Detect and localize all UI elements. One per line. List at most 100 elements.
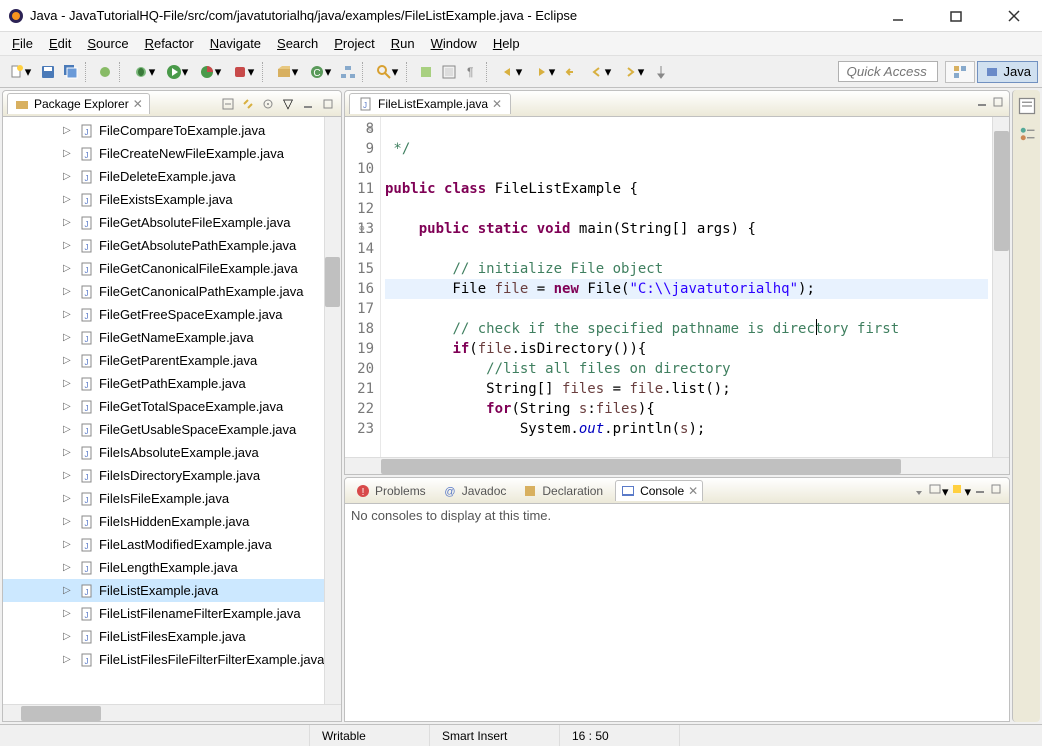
tree-vscrollbar[interactable]	[324, 117, 341, 704]
menu-file[interactable]: File	[4, 34, 41, 53]
open-type-hierarchy-button[interactable]	[337, 61, 359, 83]
tab-javadoc[interactable]: @Javadoc	[438, 481, 511, 501]
editor-tab[interactable]: J FileListExample.java ✕	[349, 93, 511, 114]
last-edit-button[interactable]	[561, 61, 583, 83]
view-menu-icon[interactable]: ▽	[279, 95, 297, 113]
maximize-view-icon[interactable]	[319, 95, 337, 113]
editor-minimize-icon[interactable]	[975, 95, 989, 112]
editor-maximize-icon[interactable]	[991, 95, 1005, 112]
code-line[interactable]	[385, 159, 988, 179]
tree-hscrollbar[interactable]	[3, 704, 341, 721]
tree-item[interactable]: ▷JFileIsDirectoryExample.java	[3, 464, 341, 487]
menu-help[interactable]: Help	[485, 34, 528, 53]
show-whitespace-button[interactable]: ¶	[461, 61, 483, 83]
close-button[interactable]	[994, 2, 1034, 30]
menu-source[interactable]: Source	[79, 34, 136, 53]
code-line[interactable]: public static void main(String[] args) {	[385, 219, 988, 239]
back-button[interactable]: ▾	[584, 61, 616, 83]
tree-item[interactable]: ▷JFileListFilesExample.java	[3, 625, 341, 648]
editor-body[interactable]: ⊖89101112⊖1314151617181920212223 */publi…	[345, 117, 1009, 457]
annotation-next-button[interactable]: ▾	[528, 61, 560, 83]
code-line[interactable]	[385, 239, 988, 259]
tree-item[interactable]: ▷JFileGetTotalSpaceExample.java	[3, 395, 341, 418]
forward-button[interactable]: ▾	[617, 61, 649, 83]
code-line[interactable]: // initialize File object	[385, 259, 988, 279]
minimize-view-icon[interactable]	[299, 95, 317, 113]
code-line[interactable]	[385, 299, 988, 319]
tree-item[interactable]: ▷JFileListFilenameFilterExample.java	[3, 602, 341, 625]
close-icon[interactable]: ✕	[133, 97, 143, 111]
code-line[interactable]	[385, 199, 988, 219]
java-perspective-button[interactable]: Java	[977, 61, 1038, 83]
editor-hscrollbar[interactable]	[345, 457, 1009, 474]
maximize-button[interactable]	[936, 2, 976, 30]
tree-item[interactable]: ▷JFileLastModifiedExample.java	[3, 533, 341, 556]
focus-icon[interactable]	[259, 95, 277, 113]
task-list-icon[interactable]	[1017, 96, 1037, 116]
tab-problems[interactable]: !Problems	[351, 481, 430, 501]
tree-item[interactable]: ▷JFileLengthExample.java	[3, 556, 341, 579]
toggle-mark-button[interactable]	[415, 61, 437, 83]
tree-item[interactable]: ▷JFileGetAbsoluteFileExample.java	[3, 211, 341, 234]
tree-item[interactable]: ▷JFileGetAbsolutePathExample.java	[3, 234, 341, 257]
save-button[interactable]	[37, 61, 59, 83]
console-minimize-icon[interactable]	[973, 482, 987, 500]
code-line[interactable]: File file = new File("C:\\javatutorialhq…	[385, 279, 988, 299]
menu-window[interactable]: Window	[423, 34, 485, 53]
link-editor-icon[interactable]	[239, 95, 257, 113]
pin-console-icon[interactable]	[912, 482, 926, 500]
tree-item[interactable]: ▷JFileGetCanonicalFileExample.java	[3, 257, 341, 280]
annotation-prev-button[interactable]: ▾	[495, 61, 527, 83]
toggle-block-button[interactable]	[438, 61, 460, 83]
tree-item[interactable]: ▷JFileIsAbsoluteExample.java	[3, 441, 341, 464]
menu-refactor[interactable]: Refactor	[137, 34, 202, 53]
editor-vscrollbar[interactable]	[992, 117, 1009, 457]
console-maximize-icon[interactable]	[989, 482, 1003, 500]
save-all-button[interactable]	[60, 61, 82, 83]
outline-icon[interactable]	[1017, 124, 1037, 144]
run-button[interactable]: ▾	[161, 61, 193, 83]
tree-item[interactable]: ▷JFileGetCanonicalPathExample.java	[3, 280, 341, 303]
new-button[interactable]: ▾	[4, 61, 36, 83]
code-line[interactable]	[385, 119, 988, 139]
coverage-button[interactable]: ▾	[194, 61, 226, 83]
code-line[interactable]: // check if the specified pathname is di…	[385, 319, 988, 339]
tree-item[interactable]: ▷JFileCreateNewFileExample.java	[3, 142, 341, 165]
tree-item[interactable]: ▷JFileExistsExample.java	[3, 188, 341, 211]
tree-item[interactable]: ▷JFileGetUsableSpaceExample.java	[3, 418, 341, 441]
code-line[interactable]: String[] files = file.list();	[385, 379, 988, 399]
code-line[interactable]: if(file.isDirectory()){	[385, 339, 988, 359]
pin-button[interactable]	[650, 61, 672, 83]
tree-item[interactable]: ▷JFileGetParentExample.java	[3, 349, 341, 372]
close-icon[interactable]: ✕	[688, 484, 698, 498]
tree-item[interactable]: ▷JFileCompareToExample.java	[3, 119, 341, 142]
tab-declaration[interactable]: Declaration	[518, 481, 607, 501]
tree-item[interactable]: ▷JFileDeleteExample.java	[3, 165, 341, 188]
new-package-button[interactable]: ▾	[271, 61, 303, 83]
menu-project[interactable]: Project	[326, 34, 382, 53]
open-perspective-button[interactable]	[945, 61, 975, 83]
menu-edit[interactable]: Edit	[41, 34, 79, 53]
code-line[interactable]: */	[385, 139, 988, 159]
open-type-button[interactable]	[94, 61, 116, 83]
tree-item[interactable]: ▷JFileIsHiddenExample.java	[3, 510, 341, 533]
minimize-button[interactable]	[878, 2, 918, 30]
collapse-all-icon[interactable]	[219, 95, 237, 113]
tree-item[interactable]: ▷JFileListFilesFileFilterFilterExample.j…	[3, 648, 341, 671]
tree-item[interactable]: ▷JFileIsFileExample.java	[3, 487, 341, 510]
code-line[interactable]: for(String s:files){	[385, 399, 988, 419]
code-line[interactable]: //list all files on directory	[385, 359, 988, 379]
search-button[interactable]: ▾	[371, 61, 403, 83]
ext-tools-button[interactable]: ▾	[227, 61, 259, 83]
new-class-button[interactable]: C▾	[304, 61, 336, 83]
tree-item[interactable]: ▷JFileGetFreeSpaceExample.java	[3, 303, 341, 326]
menu-run[interactable]: Run	[383, 34, 423, 53]
tab-console[interactable]: Console ✕	[615, 480, 703, 501]
open-console-icon[interactable]: ▾	[950, 482, 971, 500]
code-line[interactable]: System.out.println(s);	[385, 419, 988, 439]
debug-button[interactable]: ▾	[128, 61, 160, 83]
close-tab-icon[interactable]: ✕	[492, 97, 502, 111]
display-console-icon[interactable]: ▾	[928, 482, 949, 500]
menu-search[interactable]: Search	[269, 34, 326, 53]
tree-item[interactable]: ▷JFileGetPathExample.java	[3, 372, 341, 395]
